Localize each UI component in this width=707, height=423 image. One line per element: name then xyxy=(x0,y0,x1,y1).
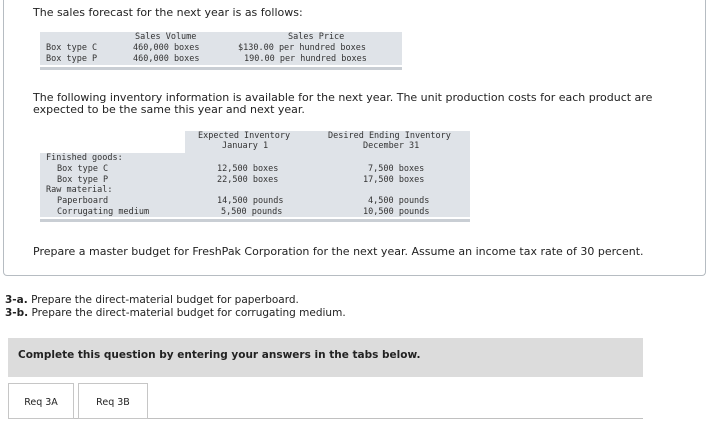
cell-desired: 10,500 pounds xyxy=(363,207,430,217)
cell-price: $130.00 per hundred boxes xyxy=(238,43,366,53)
question-3b: 3-b. Prepare the direct-material budget … xyxy=(5,307,346,319)
col-header-desired-date: December 31 xyxy=(363,141,420,151)
question-id: 3-a. xyxy=(5,294,28,306)
col-header-desired: Desired Ending Inventory xyxy=(328,131,451,141)
sales-forecast-table: Sales Volume Sales Price Box type C 460,… xyxy=(40,32,402,73)
cell-expected: 12,500 boxes xyxy=(217,164,279,174)
row-label: Box type C xyxy=(46,43,98,53)
cell-expected: 5,500 pounds xyxy=(221,207,283,217)
tab-req-3a[interactable]: Req 3A xyxy=(8,383,74,419)
cell-desired: 4,500 pounds xyxy=(368,196,430,206)
cell-expected: 22,500 boxes xyxy=(217,175,279,185)
question-id: 3-b. xyxy=(5,307,29,319)
table-bottom-rule xyxy=(40,219,470,222)
row-label: Box type P xyxy=(57,175,109,185)
cell-expected: 14,500 pounds xyxy=(217,196,284,206)
row-label: Finished goods: xyxy=(46,153,123,163)
tab-req-3b[interactable]: Req 3B xyxy=(78,383,148,419)
table-bottom-rule xyxy=(40,67,402,70)
question-text: Prepare the direct-material budget for p… xyxy=(31,294,299,306)
col-header-volume: Sales Volume xyxy=(135,32,197,42)
cell-desired: 17,500 boxes xyxy=(363,175,425,185)
row-label: Paperboard xyxy=(57,196,109,206)
inventory-table: Expected Inventory January 1 Desired End… xyxy=(40,131,470,223)
cell-volume: 460,000 boxes xyxy=(133,43,200,53)
row-label: Box type C xyxy=(57,164,109,174)
col-header-expected-date: January 1 xyxy=(222,141,269,151)
col-header-expected: Expected Inventory xyxy=(198,131,291,141)
cell-volume: 460,000 boxes xyxy=(133,54,200,64)
row-label: Corrugating medium xyxy=(57,207,150,217)
cell-desired: 7,500 boxes xyxy=(368,164,425,174)
table-header-band xyxy=(40,32,402,42)
prepare-text: Prepare a master budget for FreshPak Cor… xyxy=(33,245,644,258)
col-header-price: Sales Price xyxy=(288,32,345,42)
row-label: Raw material: xyxy=(46,185,113,195)
question-3a: 3-a. Prepare the direct-material budget … xyxy=(5,294,299,306)
question-text: Prepare the direct-material budget for c… xyxy=(31,307,346,319)
row-label: Box type P xyxy=(46,54,98,64)
cell-price: 190.00 per hundred boxes xyxy=(244,54,367,64)
intro-text: The sales forecast for the next year is … xyxy=(33,6,303,19)
inventory-intro-text: The following inventory information is a… xyxy=(33,91,653,116)
instruction-banner: Complete this question by entering your … xyxy=(8,338,643,377)
